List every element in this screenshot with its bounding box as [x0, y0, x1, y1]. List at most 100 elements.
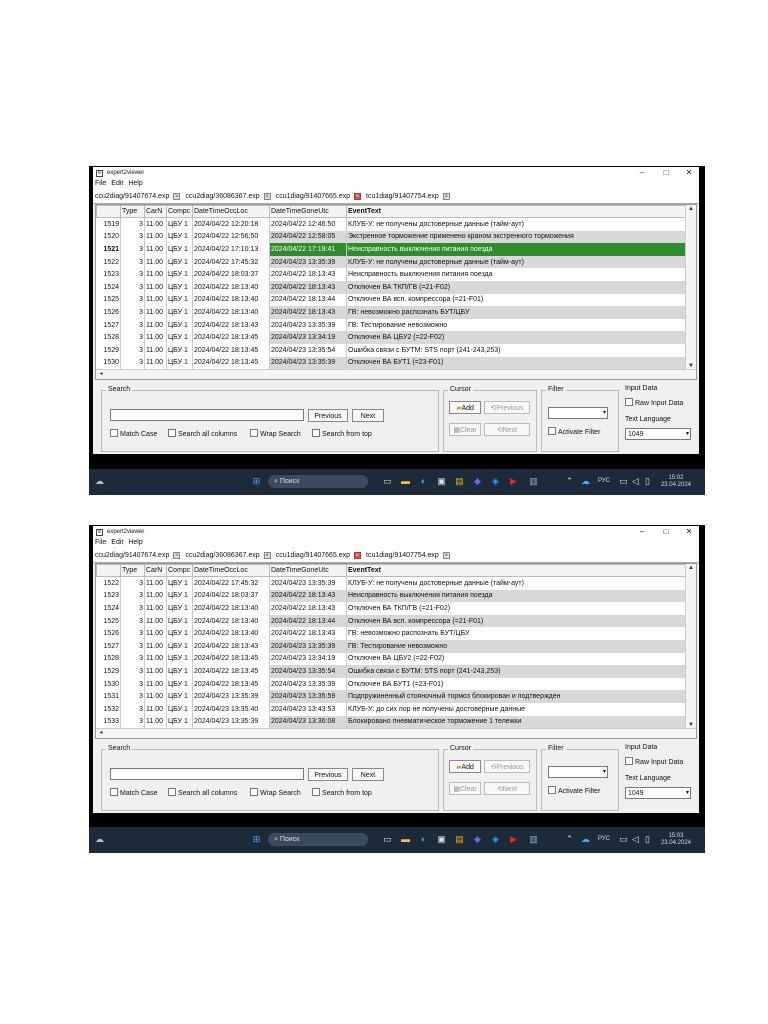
taskbar-clock[interactable]: 15:02 23.04.2024 [661, 475, 691, 489]
cursor-clear-button[interactable]: ▦Clear [449, 423, 481, 437]
close-icon[interactable]: ✕ [678, 167, 700, 179]
table-row[interactable]: 1523 3 11.00 ЦБУ 1 2024/04/22 18:03:37 2024/0… [96, 589, 686, 603]
table-row[interactable]: 1530 3 11.00 ЦБУ 1 2024/04/22 18:13:45 2024/0… [96, 356, 686, 370]
menu-help[interactable]: Help [128, 179, 142, 189]
horizontal-scrollbar[interactable]: ◂ [96, 369, 696, 380]
search-previous-button[interactable]: Previous [308, 409, 348, 423]
table-row[interactable]: 1527 3 11.00 ЦБУ 1 2024/04/22 18:13:43 2024/0… [96, 639, 686, 653]
table-row[interactable]: 1529 3 11.00 ЦБУ 1 2024/04/22 18:13:45 2024/0… [96, 343, 686, 357]
table-row[interactable]: 1524 3 11.00 ЦБУ 1 2024/04/22 18:13:40 2024/0… [96, 280, 686, 294]
table-row[interactable]: 1528 3 11.00 ЦБУ 1 2024/04/22 18:13:45 2024/0… [96, 652, 686, 666]
maximize-icon[interactable]: □ [655, 167, 677, 179]
table-row[interactable]: 1522 3 11.00 ЦБУ 1 2024/04/22 17:45:32 2024/0… [96, 576, 686, 590]
activate-filter-checkbox[interactable]: Activate Filter [548, 427, 600, 438]
raw-input-data-checkbox[interactable]: Raw Input Data [625, 757, 683, 768]
vertical-scrollbar[interactable]: ▲ ▼ [685, 564, 696, 730]
search-input[interactable] [110, 409, 304, 422]
search-input[interactable] [110, 768, 304, 781]
teams-icon[interactable]: ◆ [471, 833, 484, 846]
col-index[interactable] [96, 205, 121, 218]
tab-ccu2diag-91407674[interactable]: ccu2diag/91407674.exp × [93, 189, 183, 203]
store-icon[interactable]: ▣ [435, 833, 448, 846]
taskbar-search[interactable]: ⌕ Поиск [268, 475, 368, 488]
table-row[interactable]: 1524 3 11.00 ЦБУ 1 2024/04/22 18:13:40 2024/0… [96, 602, 686, 615]
table-row[interactable]: 1530 3 11.00 ЦБУ 1 2024/04/22 18:13:45 2024/0… [96, 677, 686, 691]
filter-select[interactable]: ▾ [548, 766, 608, 779]
expert2viewer-taskbar-icon[interactable]: ▥ [527, 833, 540, 846]
tab-close-icon[interactable]: × [354, 192, 362, 200]
scroll-up-icon[interactable]: ▲ [686, 564, 696, 572]
close-icon[interactable]: ✕ [678, 526, 700, 538]
app-icon-yellow[interactable]: ▤ [453, 833, 466, 846]
cursor-previous-button[interactable]: ⟲Previous [484, 401, 530, 415]
table-row[interactable]: 1522 3 11.00 ЦБУ 1 2024/04/22 17:45:32 2024/0… [96, 255, 686, 269]
table-row[interactable]: 1523 3 11.00 ЦБУ 1 2024/04/22 18:03:37 2024/0… [96, 268, 686, 281]
language-indicator[interactable]: РУС [595, 475, 613, 488]
chevron-up-icon[interactable]: ⌃ [563, 833, 576, 846]
store-icon[interactable]: ▣ [435, 475, 448, 488]
col-datetime-occ[interactable]: DateTimeOccLoc [192, 205, 270, 218]
tab-close-icon[interactable]: × [263, 551, 271, 559]
search-next-button[interactable]: Next [352, 768, 384, 782]
maximize-icon[interactable]: □ [655, 526, 677, 538]
weather-icon[interactable]: ☁ [93, 475, 106, 488]
cursor-next-button[interactable]: ⟲Next [484, 782, 530, 796]
weather-icon[interactable]: ☁ [93, 833, 106, 846]
table-row[interactable]: 1531 3 11.00 ЦБУ 1 2024/04/23 13:35:39 2024/0… [96, 690, 686, 703]
language-indicator[interactable]: РУС [595, 833, 613, 846]
col-type[interactable]: Type [120, 564, 145, 577]
match-case-checkbox[interactable]: Match Case [110, 429, 157, 440]
menu-file[interactable]: File [95, 538, 106, 548]
table-row[interactable]: 1528 3 11.00 ЦБУ 1 2024/04/22 18:13:45 2024/0… [96, 331, 686, 344]
search-previous-button[interactable]: Previous [308, 768, 348, 782]
minimize-icon[interactable]: – [631, 526, 653, 538]
col-carn[interactable]: CarN [144, 564, 167, 577]
taskbar-search[interactable]: ⌕ Поиск [268, 833, 368, 846]
search-all-columns-checkbox[interactable]: Search all columns [168, 429, 237, 440]
scroll-left-icon[interactable]: ◂ [96, 729, 106, 737]
edge-icon[interactable]: ◐ [417, 475, 430, 488]
table-row[interactable]: 1525 3 11.00 ЦБУ 1 2024/04/22 18:13:40 2024/0… [96, 614, 686, 628]
task-view-icon[interactable]: ▭ [381, 475, 394, 488]
wrap-search-checkbox[interactable]: Wrap Search [250, 429, 301, 440]
horizontal-scrollbar[interactable]: ◂ [96, 728, 696, 739]
cursor-clear-button[interactable]: ▦Clear [449, 782, 481, 796]
text-language-select[interactable]: 1049 ▾ [625, 428, 691, 441]
search-all-columns-checkbox[interactable]: Search all columns [168, 788, 237, 799]
taskbar-clock[interactable]: 15:03 23.04.2024 [661, 833, 691, 847]
vpn-icon[interactable]: ◈ [489, 833, 502, 846]
raw-input-data-checkbox[interactable]: Raw Input Data [625, 398, 683, 409]
menu-file[interactable]: File [95, 179, 106, 189]
expert2viewer-taskbar-icon[interactable]: ▥ [527, 475, 540, 488]
vertical-scrollbar[interactable]: ▲ ▼ [685, 205, 696, 371]
col-datetime-gone[interactable]: DateTimeGoneUtc [269, 564, 347, 577]
col-type[interactable]: Type [120, 205, 145, 218]
tab-close-icon[interactable]: × [173, 192, 181, 200]
search-next-button[interactable]: Next [352, 409, 384, 423]
match-case-checkbox[interactable]: Match Case [110, 788, 157, 799]
task-view-icon[interactable]: ▭ [381, 833, 394, 846]
col-datetime-gone[interactable]: DateTimeGoneUtc [269, 205, 347, 218]
battery-icon[interactable]: ▯ [641, 833, 654, 846]
table-row[interactable]: 1532 3 11.00 ЦБУ 1 2024/04/23 13:35:40 2024/0… [96, 702, 686, 716]
tab-ccu1diag-91407665[interactable]: ccu1diag/91407665.exp × [273, 189, 365, 203]
scroll-up-icon[interactable]: ▲ [686, 205, 696, 213]
wrap-search-checkbox[interactable]: Wrap Search [250, 788, 301, 799]
edge-icon[interactable]: ◐ [417, 833, 430, 846]
table-row[interactable]: 1520 3 11.00 ЦБУ 1 2024/04/22 12:56:50 2024/0… [96, 230, 686, 244]
start-icon[interactable]: ⊞ [250, 833, 263, 846]
activate-filter-checkbox[interactable]: Activate Filter [548, 786, 600, 797]
cursor-previous-button[interactable]: ⟲Previous [484, 760, 530, 774]
youtube-icon[interactable]: ▶ [507, 475, 520, 488]
search-from-top-checkbox[interactable]: Search from top [312, 429, 372, 440]
table-row[interactable]: 1526 3 11.00 ЦБУ 1 2024/04/22 18:13:40 2024/0… [96, 306, 686, 319]
tab-close-icon[interactable]: × [442, 551, 450, 559]
tab-ccu2diag-36086367[interactable]: ccu2diag/36086367.exp × [183, 189, 273, 203]
tab-tcu1diag-91407754[interactable]: tcu1diag/91407754.exp × [364, 548, 453, 562]
table-row[interactable]: 1527 3 11.00 ЦБУ 1 2024/04/22 18:13:43 2024/0… [96, 318, 686, 332]
table-row[interactable]: 1519 3 11.00 ЦБУ 1 2024/04/22 12:20:18 2024/0… [96, 217, 686, 231]
scroll-left-icon[interactable]: ◂ [96, 370, 106, 378]
table-row[interactable]: 1529 3 11.00 ЦБУ 1 2024/04/22 18:13:45 2024/0… [96, 665, 686, 678]
tab-close-icon[interactable]: × [354, 551, 362, 559]
onedrive-icon[interactable]: ☁ [579, 833, 592, 846]
